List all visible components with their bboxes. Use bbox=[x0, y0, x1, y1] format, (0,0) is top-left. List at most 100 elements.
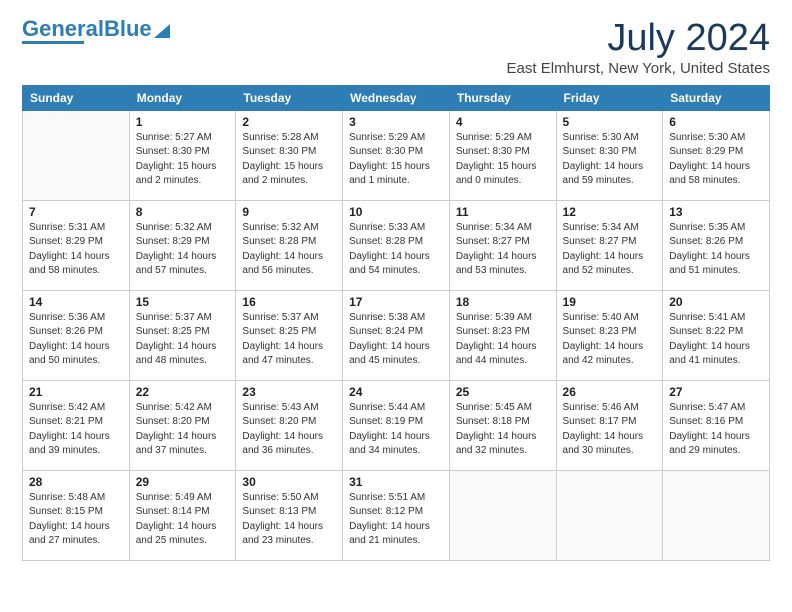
calendar-week-row: 14 Sunrise: 5:36 AM Sunset: 8:26 PM Dayli… bbox=[23, 290, 770, 380]
day-info: Sunrise: 5:42 AM Sunset: 8:20 PM Dayligh… bbox=[136, 401, 230, 459]
calendar-header-sunday: Sunday bbox=[23, 85, 130, 110]
day-number: 15 bbox=[136, 295, 230, 309]
day-number: 19 bbox=[563, 295, 657, 309]
day-number: 10 bbox=[349, 205, 443, 219]
day-info: Sunrise: 5:34 AM Sunset: 8:27 PM Dayligh… bbox=[563, 221, 657, 279]
day-info: Sunrise: 5:37 AM Sunset: 8:25 PM Dayligh… bbox=[242, 311, 336, 369]
day-info: Sunrise: 5:44 AM Sunset: 8:19 PM Dayligh… bbox=[349, 401, 443, 459]
day-info: Sunrise: 5:43 AM Sunset: 8:20 PM Dayligh… bbox=[242, 401, 336, 459]
day-info: Sunrise: 5:33 AM Sunset: 8:28 PM Dayligh… bbox=[349, 221, 443, 279]
day-number: 18 bbox=[456, 295, 550, 309]
day-info: Sunrise: 5:32 AM Sunset: 8:29 PM Dayligh… bbox=[136, 221, 230, 279]
calendar-cell bbox=[556, 470, 663, 560]
calendar-cell: 14 Sunrise: 5:36 AM Sunset: 8:26 PM Dayli… bbox=[23, 290, 130, 380]
calendar-header-row: SundayMondayTuesdayWednesdayThursdayFrid… bbox=[23, 85, 770, 110]
calendar-header-tuesday: Tuesday bbox=[236, 85, 343, 110]
day-number: 14 bbox=[29, 295, 123, 309]
day-info: Sunrise: 5:31 AM Sunset: 8:29 PM Dayligh… bbox=[29, 221, 123, 279]
location: East Elmhurst, New York, United States bbox=[507, 60, 770, 77]
day-number: 28 bbox=[29, 475, 123, 489]
day-number: 16 bbox=[242, 295, 336, 309]
calendar-cell: 4Sunrise: 5:29 AM Sunset: 8:30 PM Daylig… bbox=[449, 110, 556, 200]
day-info: Sunrise: 5:35 AM Sunset: 8:26 PM Dayligh… bbox=[669, 221, 763, 279]
logo-text: GeneralBlue bbox=[22, 18, 152, 40]
day-number: 4 bbox=[456, 115, 550, 129]
day-info: Sunrise: 5:47 AM Sunset: 8:16 PM Dayligh… bbox=[669, 401, 763, 459]
day-number: 8 bbox=[136, 205, 230, 219]
calendar-cell bbox=[23, 110, 130, 200]
day-info: Sunrise: 5:41 AM Sunset: 8:22 PM Dayligh… bbox=[669, 311, 763, 369]
day-number: 17 bbox=[349, 295, 443, 309]
day-number: 23 bbox=[242, 385, 336, 399]
calendar-cell: 31 Sunrise: 5:51 AM Sunset: 8:12 PM Dayli… bbox=[343, 470, 450, 560]
day-info: Sunrise: 5:28 AM Sunset: 8:30 PM Dayligh… bbox=[242, 131, 336, 189]
day-info: Sunrise: 5:49 AM Sunset: 8:14 PM Dayligh… bbox=[136, 491, 230, 549]
day-number: 24 bbox=[349, 385, 443, 399]
day-number: 22 bbox=[136, 385, 230, 399]
day-number: 1 bbox=[136, 115, 230, 129]
calendar-cell: 3 Sunrise: 5:29 AM Sunset: 8:30 PM Daylig… bbox=[343, 110, 450, 200]
month-year: July 2024 bbox=[507, 18, 770, 60]
day-info: Sunrise: 5:32 AM Sunset: 8:28 PM Dayligh… bbox=[242, 221, 336, 279]
day-number: 26 bbox=[563, 385, 657, 399]
day-number: 12 bbox=[563, 205, 657, 219]
logo: GeneralBlue bbox=[22, 18, 170, 44]
calendar-cell: 28Sunrise: 5:48 AM Sunset: 8:15 PM Dayli… bbox=[23, 470, 130, 560]
calendar-cell: 17Sunrise: 5:38 AM Sunset: 8:24 PM Dayli… bbox=[343, 290, 450, 380]
day-number: 25 bbox=[456, 385, 550, 399]
header: GeneralBlue July 2024 East Elmhurst, New… bbox=[22, 18, 770, 77]
calendar-cell: 27 Sunrise: 5:47 AM Sunset: 8:16 PM Dayli… bbox=[663, 380, 770, 470]
calendar-cell: 6 Sunrise: 5:30 AM Sunset: 8:29 PM Daylig… bbox=[663, 110, 770, 200]
calendar-week-row: 1 Sunrise: 5:27 AM Sunset: 8:30 PM Daylig… bbox=[23, 110, 770, 200]
day-info: Sunrise: 5:36 AM Sunset: 8:26 PM Dayligh… bbox=[29, 311, 123, 369]
day-info: Sunrise: 5:37 AM Sunset: 8:25 PM Dayligh… bbox=[136, 311, 230, 369]
calendar-cell bbox=[663, 470, 770, 560]
day-info: Sunrise: 5:50 AM Sunset: 8:13 PM Dayligh… bbox=[242, 491, 336, 549]
day-number: 21 bbox=[29, 385, 123, 399]
calendar-cell: 20 Sunrise: 5:41 AM Sunset: 8:22 PM Dayli… bbox=[663, 290, 770, 380]
logo-icon bbox=[154, 20, 170, 38]
calendar-header-friday: Friday bbox=[556, 85, 663, 110]
calendar-week-row: 7Sunrise: 5:31 AM Sunset: 8:29 PM Daylig… bbox=[23, 200, 770, 290]
day-info: Sunrise: 5:51 AM Sunset: 8:12 PM Dayligh… bbox=[349, 491, 443, 549]
calendar-cell: 19Sunrise: 5:40 AM Sunset: 8:23 PM Dayli… bbox=[556, 290, 663, 380]
day-info: Sunrise: 5:39 AM Sunset: 8:23 PM Dayligh… bbox=[456, 311, 550, 369]
calendar-cell: 25 Sunrise: 5:45 AM Sunset: 8:18 PM Dayli… bbox=[449, 380, 556, 470]
calendar-cell: 16 Sunrise: 5:37 AM Sunset: 8:25 PM Dayli… bbox=[236, 290, 343, 380]
day-info: Sunrise: 5:46 AM Sunset: 8:17 PM Dayligh… bbox=[563, 401, 657, 459]
calendar-cell: 1 Sunrise: 5:27 AM Sunset: 8:30 PM Daylig… bbox=[129, 110, 236, 200]
calendar-week-row: 28Sunrise: 5:48 AM Sunset: 8:15 PM Dayli… bbox=[23, 470, 770, 560]
day-info: Sunrise: 5:45 AM Sunset: 8:18 PM Dayligh… bbox=[456, 401, 550, 459]
day-number: 31 bbox=[349, 475, 443, 489]
calendar-cell: 29Sunrise: 5:49 AM Sunset: 8:14 PM Dayli… bbox=[129, 470, 236, 560]
calendar-cell: 10 Sunrise: 5:33 AM Sunset: 8:28 PM Dayli… bbox=[343, 200, 450, 290]
day-number: 27 bbox=[669, 385, 763, 399]
day-info: Sunrise: 5:29 AM Sunset: 8:30 PM Dayligh… bbox=[349, 131, 443, 189]
calendar-cell: 11 Sunrise: 5:34 AM Sunset: 8:27 PM Dayli… bbox=[449, 200, 556, 290]
day-number: 20 bbox=[669, 295, 763, 309]
calendar-header-saturday: Saturday bbox=[663, 85, 770, 110]
calendar-cell: 26 Sunrise: 5:46 AM Sunset: 8:17 PM Dayli… bbox=[556, 380, 663, 470]
day-number: 30 bbox=[242, 475, 336, 489]
title-block: July 2024 East Elmhurst, New York, Unite… bbox=[507, 18, 770, 77]
calendar-cell: 5Sunrise: 5:30 AM Sunset: 8:30 PM Daylig… bbox=[556, 110, 663, 200]
day-info: Sunrise: 5:30 AM Sunset: 8:29 PM Dayligh… bbox=[669, 131, 763, 189]
day-number: 3 bbox=[349, 115, 443, 129]
day-number: 2 bbox=[242, 115, 336, 129]
calendar-cell: 22 Sunrise: 5:42 AM Sunset: 8:20 PM Dayli… bbox=[129, 380, 236, 470]
calendar-cell: 7Sunrise: 5:31 AM Sunset: 8:29 PM Daylig… bbox=[23, 200, 130, 290]
day-number: 11 bbox=[456, 205, 550, 219]
calendar-header-monday: Monday bbox=[129, 85, 236, 110]
day-info: Sunrise: 5:27 AM Sunset: 8:30 PM Dayligh… bbox=[136, 131, 230, 189]
calendar-header-thursday: Thursday bbox=[449, 85, 556, 110]
calendar-cell: 21Sunrise: 5:42 AM Sunset: 8:21 PM Dayli… bbox=[23, 380, 130, 470]
calendar-table: SundayMondayTuesdayWednesdayThursdayFrid… bbox=[22, 85, 770, 561]
calendar-week-row: 21Sunrise: 5:42 AM Sunset: 8:21 PM Dayli… bbox=[23, 380, 770, 470]
logo-underline bbox=[22, 41, 84, 44]
calendar-cell: 12 Sunrise: 5:34 AM Sunset: 8:27 PM Dayli… bbox=[556, 200, 663, 290]
calendar-cell: 9Sunrise: 5:32 AM Sunset: 8:28 PM Daylig… bbox=[236, 200, 343, 290]
day-info: Sunrise: 5:34 AM Sunset: 8:27 PM Dayligh… bbox=[456, 221, 550, 279]
calendar-cell: 18 Sunrise: 5:39 AM Sunset: 8:23 PM Dayli… bbox=[449, 290, 556, 380]
calendar-cell: 23 Sunrise: 5:43 AM Sunset: 8:20 PM Dayli… bbox=[236, 380, 343, 470]
day-number: 6 bbox=[669, 115, 763, 129]
